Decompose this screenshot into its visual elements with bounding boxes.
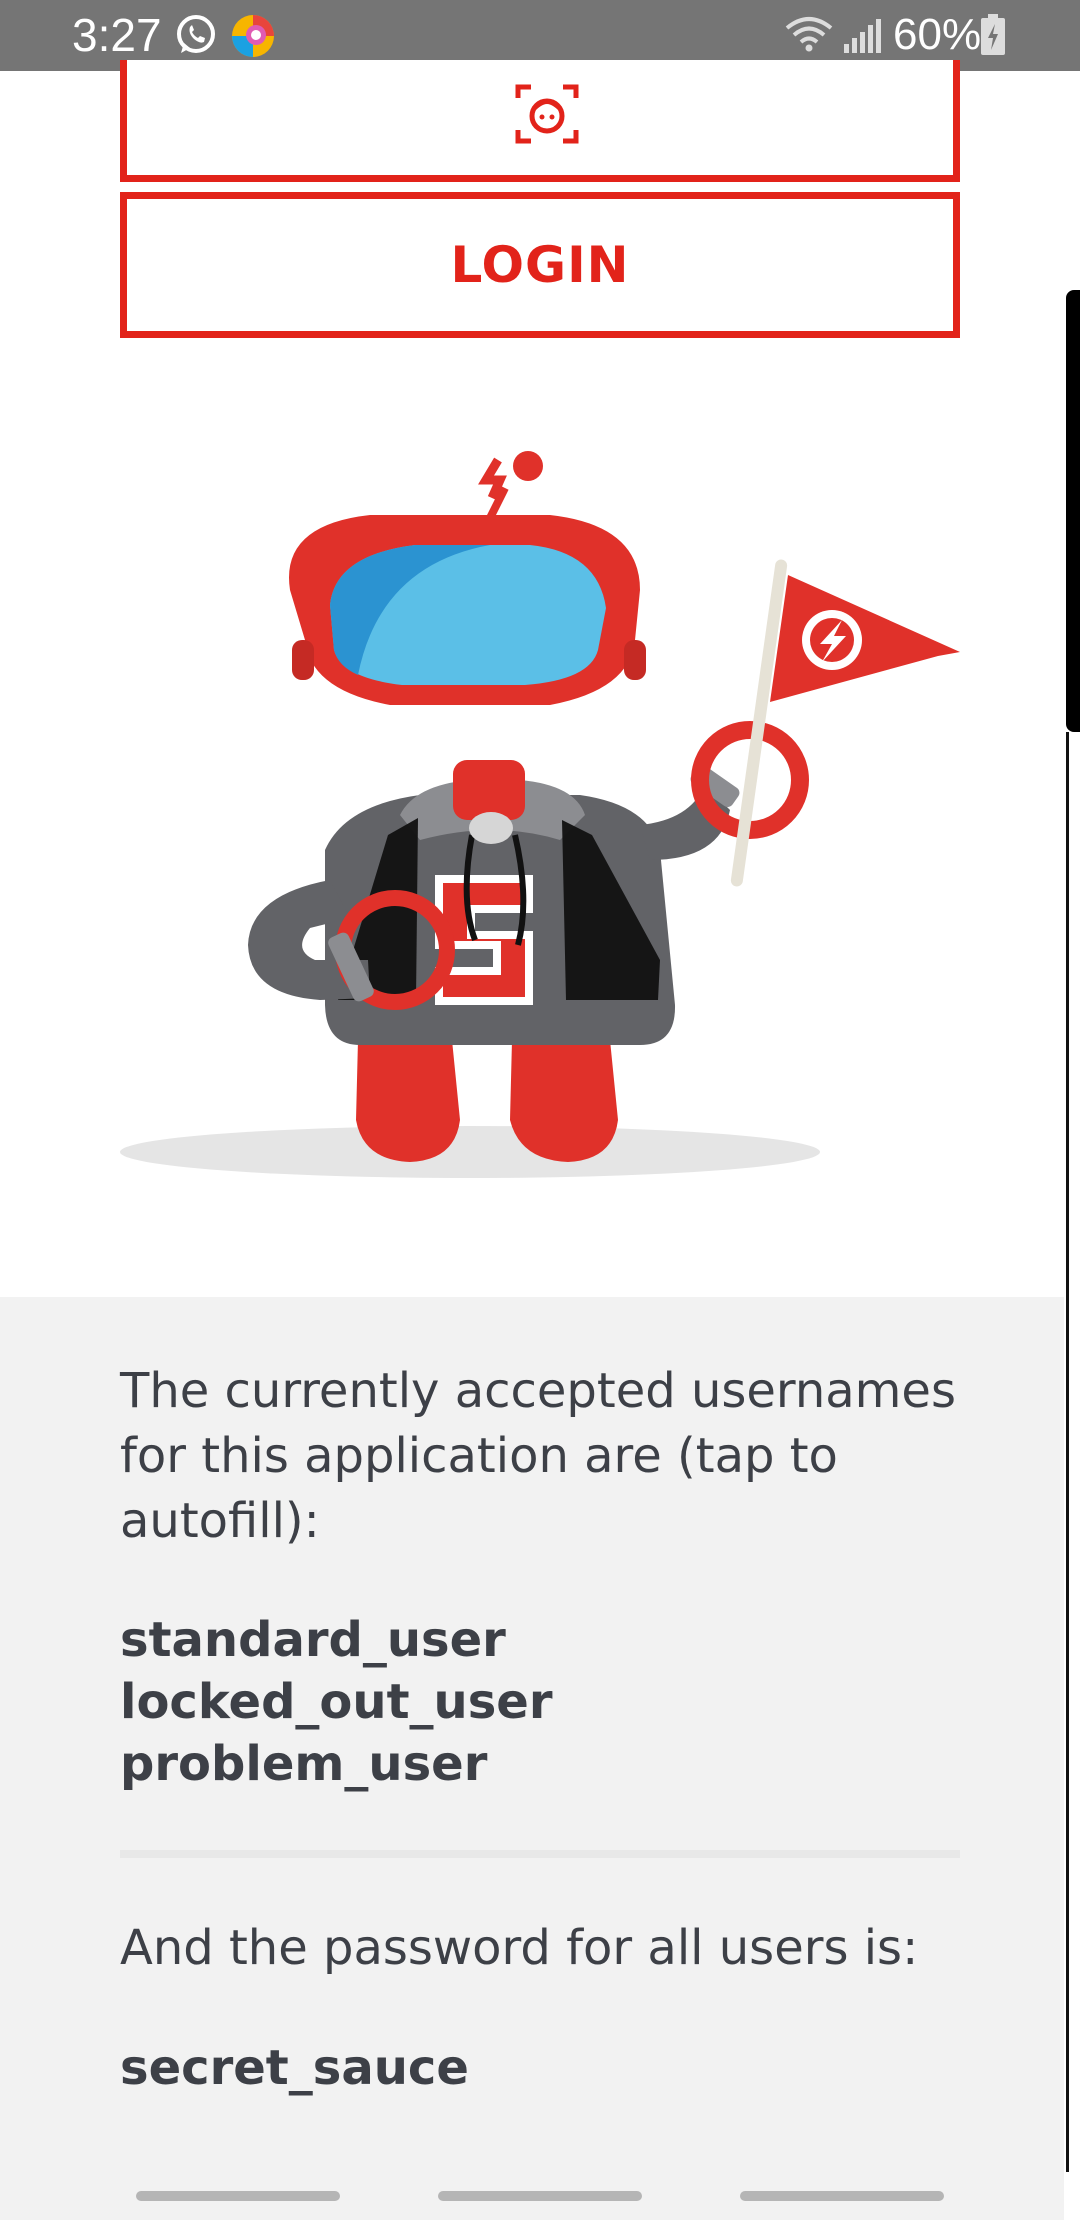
wifi-icon bbox=[785, 16, 833, 56]
login-screen: 3:27 60% LOGIN The currently accepted us… bbox=[0, 0, 1080, 2220]
app-icon bbox=[230, 13, 276, 63]
whatsapp-icon bbox=[174, 13, 218, 61]
biometry-button[interactable] bbox=[120, 60, 960, 182]
signal-icon bbox=[842, 18, 882, 58]
username-list: standard_user locked_out_user problem_us… bbox=[120, 1609, 553, 1795]
accepted-usernames-text: The currently accepted usernames for thi… bbox=[120, 1363, 956, 1549]
nav-hint-center bbox=[438, 2191, 642, 2201]
divider bbox=[120, 1850, 960, 1858]
battery-icon bbox=[980, 14, 1006, 60]
username-locked-out-user[interactable]: locked_out_user bbox=[120, 1671, 553, 1733]
password-label: And the password for all users is: bbox=[120, 1920, 919, 1976]
battery-percentage: 60% bbox=[893, 10, 982, 59]
password-value[interactable]: secret_sauce bbox=[120, 2037, 469, 2099]
nav-hint-left bbox=[136, 2191, 340, 2201]
face-scan-icon bbox=[515, 84, 579, 144]
username-problem-user[interactable]: problem_user bbox=[120, 1733, 553, 1795]
status-time: 3:27 bbox=[72, 9, 162, 61]
scrollbar-track bbox=[1066, 732, 1080, 2172]
robot-mascot-illustration bbox=[120, 451, 960, 1178]
scrollbar-thumb[interactable] bbox=[1066, 290, 1080, 732]
nav-hint-right bbox=[740, 2191, 944, 2201]
login-button[interactable]: LOGIN bbox=[120, 192, 960, 338]
credentials-info-panel: The currently accepted usernames for thi… bbox=[0, 1297, 1064, 2220]
username-standard-user[interactable]: standard_user bbox=[120, 1609, 553, 1671]
